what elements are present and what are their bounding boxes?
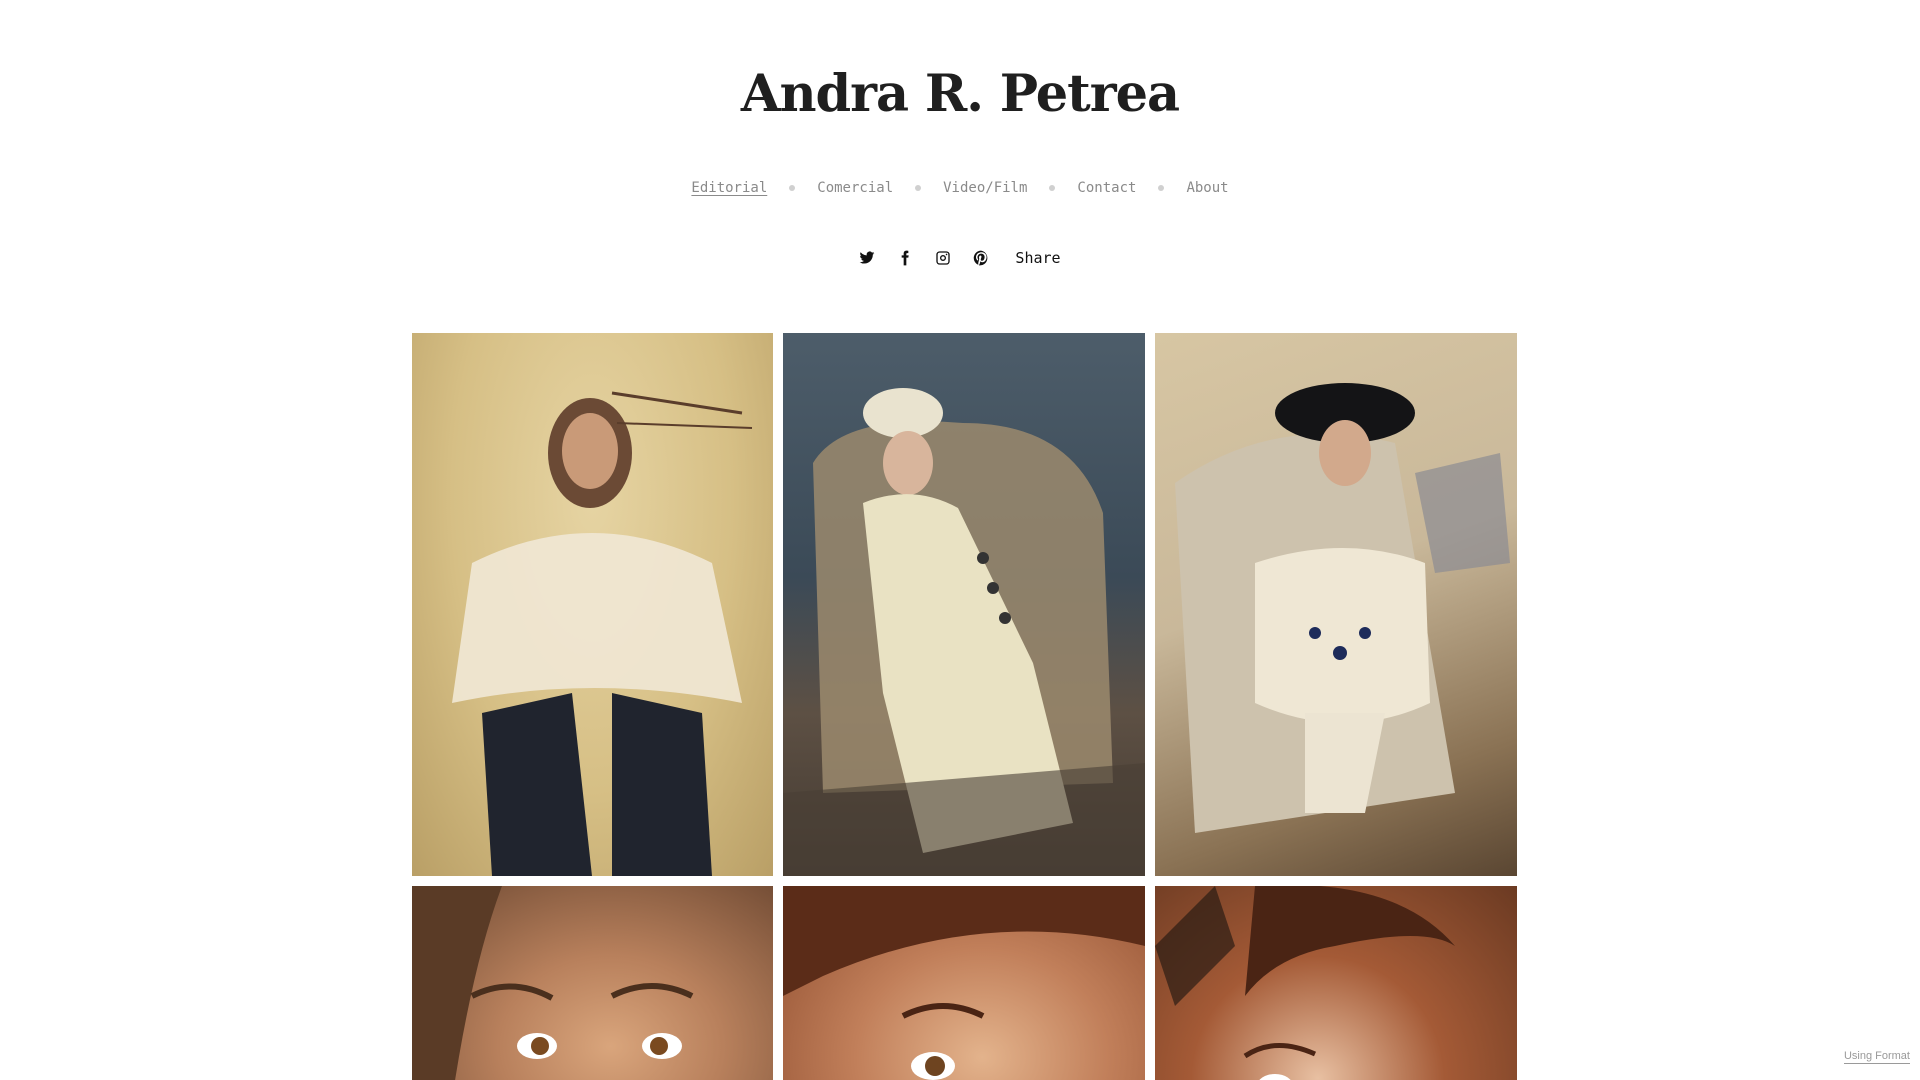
instagram-icon[interactable] (935, 250, 951, 266)
nav-item-contact[interactable]: Contact (1077, 180, 1136, 196)
nav-item-editorial[interactable]: Editorial (691, 180, 767, 196)
nav-item-comercial[interactable]: Comercial (817, 180, 893, 196)
gallery-photo[interactable] (412, 333, 773, 876)
social-share-bar: Share (0, 249, 1920, 267)
photo-illustration (452, 391, 753, 876)
photo-illustration (783, 388, 1145, 876)
share-button[interactable]: Share (1015, 249, 1060, 267)
using-format-link[interactable]: Using Format (1843, 1050, 1910, 1064)
pinterest-icon[interactable] (973, 250, 989, 266)
photo-gallery (412, 333, 1518, 1080)
photo-illustration (783, 886, 1145, 1080)
gallery-photo[interactable] (783, 333, 1145, 876)
gallery-photo[interactable] (412, 886, 773, 1080)
main-nav: Editorial Comercial Video/Film Contact A… (0, 180, 1920, 196)
nav-separator (1049, 185, 1056, 191)
site-title[interactable]: Andra R. Petrea (0, 64, 1920, 124)
photo-illustration (412, 886, 694, 1080)
photo-illustration (1155, 886, 1455, 1080)
gallery-photo[interactable] (783, 886, 1145, 1080)
gallery-photo[interactable] (1155, 333, 1517, 876)
photo-illustration (1175, 383, 1510, 833)
facebook-icon[interactable] (897, 250, 913, 266)
nav-separator (915, 185, 922, 191)
twitter-icon[interactable] (859, 250, 875, 266)
nav-separator (1158, 185, 1165, 191)
gallery-photo[interactable] (1155, 886, 1517, 1080)
nav-item-about[interactable]: About (1186, 180, 1228, 196)
nav-item-video-film[interactable]: Video/Film (943, 180, 1027, 196)
nav-separator (789, 185, 796, 191)
